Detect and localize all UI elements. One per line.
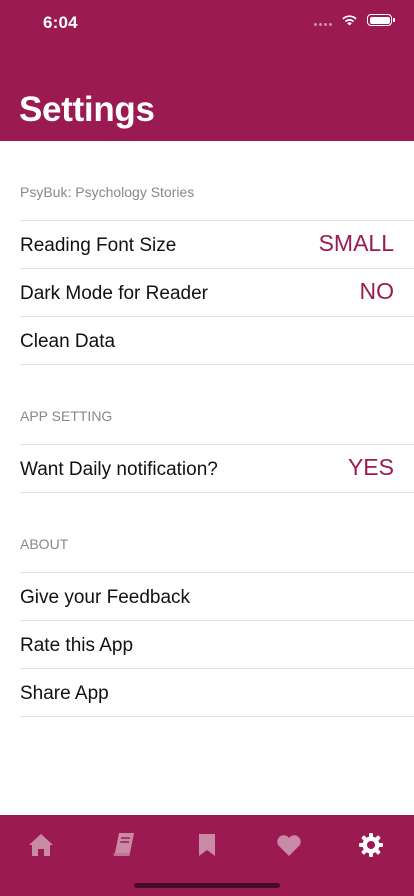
reading-font-size-row[interactable]: Reading Font Size SMALL [0, 221, 414, 269]
cellular-signal-icon [314, 14, 332, 26]
row-label: Reading Font Size [20, 235, 177, 256]
bookmark-icon [199, 834, 215, 856]
share-app-row[interactable]: Share App [0, 669, 414, 717]
daily-notification-row[interactable]: Want Daily notification? YES [0, 445, 414, 493]
dark-mode-value[interactable]: NO [360, 278, 395, 305]
navigation-header: 6:04 Settings [0, 0, 414, 141]
status-time: 6:04 [43, 13, 78, 32]
section-header-about: ABOUT [20, 536, 69, 552]
heart-icon [277, 834, 301, 856]
page-title: Settings [19, 90, 155, 129]
font-size-value[interactable]: SMALL [319, 230, 394, 257]
feedback-row[interactable]: Give your Feedback [0, 573, 414, 621]
daily-notification-value[interactable]: YES [348, 454, 394, 481]
row-label: Dark Mode for Reader [20, 283, 208, 304]
row-label: Want Daily notification? [20, 459, 218, 480]
home-indicator [134, 883, 280, 888]
row-label: Give your Feedback [20, 587, 191, 608]
gear-icon [359, 833, 383, 857]
tab-settings[interactable] [351, 825, 391, 865]
dark-mode-row[interactable]: Dark Mode for Reader NO [0, 269, 414, 317]
battery-icon [367, 14, 395, 26]
status-icons [314, 14, 395, 26]
tab-bookmarks[interactable] [187, 825, 227, 865]
divider [20, 364, 414, 365]
divider [20, 716, 414, 717]
section-header-app-setting: APP SETTING [20, 408, 113, 424]
book-icon [113, 833, 134, 856]
row-label: Share App [20, 683, 109, 704]
clean-data-row[interactable]: Clean Data [0, 317, 414, 365]
section-header-app: PsyBuk: Psychology Stories [20, 184, 195, 200]
tab-home[interactable] [21, 825, 61, 865]
row-label: Clean Data [20, 331, 116, 352]
rate-app-row[interactable]: Rate this App [0, 621, 414, 669]
divider [20, 492, 414, 493]
wifi-icon [342, 15, 357, 26]
tab-library[interactable] [104, 825, 144, 865]
home-icon [29, 834, 53, 856]
tab-favorites[interactable] [269, 825, 309, 865]
row-label: Rate this App [20, 635, 134, 656]
